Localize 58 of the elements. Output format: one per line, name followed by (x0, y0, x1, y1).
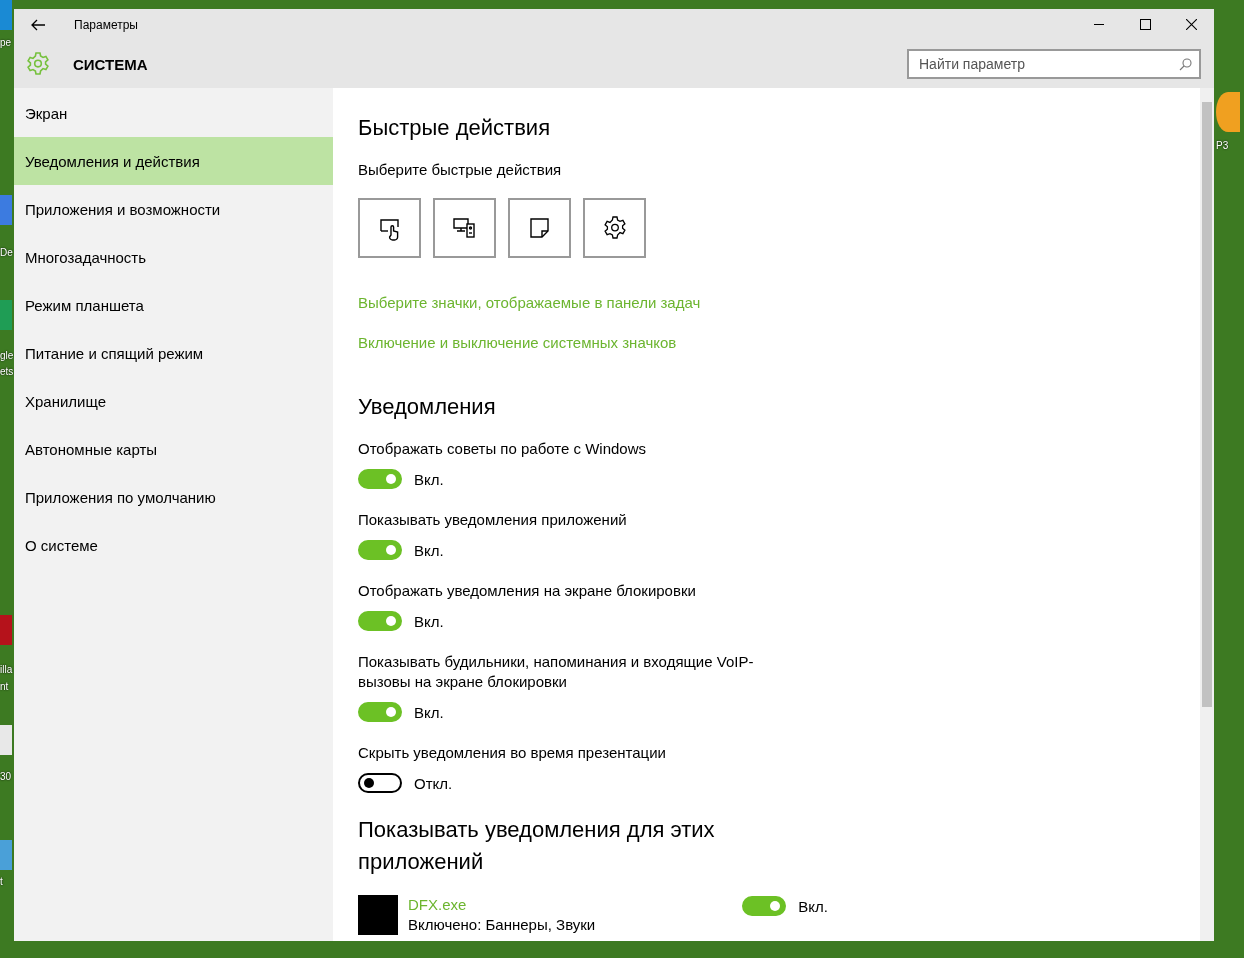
sidebar-item[interactable]: Приложения и возможности (14, 185, 333, 233)
app-name: DFX.exe (408, 895, 468, 915)
desktop-icon-label: gle (0, 350, 14, 362)
section-heading: Уведомления (358, 393, 497, 421)
desktop-icon-label: illa (0, 664, 13, 676)
back-arrow-icon (31, 18, 45, 31)
maximize-icon (1139, 19, 1151, 30)
desktop-icon-label: De (0, 247, 13, 259)
toggle-state-label: Вкл. (414, 470, 444, 488)
setting-label: Скрыть уведомления во время презентации (358, 743, 667, 763)
toggle-switch[interactable] (742, 896, 787, 916)
setting-label: Показывать уведомления приложений (358, 510, 628, 530)
search-icon (1179, 58, 1192, 71)
toggle-switch[interactable] (358, 773, 402, 793)
toggle-switch[interactable] (358, 611, 402, 631)
section-subheading: Выберите быстрые действия (358, 160, 563, 180)
quick-action-tile[interactable] (508, 198, 571, 258)
toggle-state-label: Вкл. (414, 703, 444, 721)
quick-action-tile[interactable] (433, 198, 496, 258)
settings-icon (25, 51, 51, 77)
sidebar-item[interactable]: Уведомления и действия (14, 137, 333, 185)
setting-label: Отображать советы по работе с Windows (358, 439, 647, 459)
minimize-icon (1094, 24, 1104, 25)
app-icon (358, 895, 398, 935)
sidebar-item[interactable]: Автономные карты (14, 425, 333, 473)
toggle-switch[interactable] (358, 469, 402, 489)
toggle-state-label: Вкл. (414, 612, 444, 630)
sidebar-item[interactable]: Многозадачность (14, 233, 333, 281)
section-title: СИСТЕМА (73, 55, 149, 73)
desktop-icon-label: pe (0, 37, 12, 49)
desktop-icon-label: 30 (0, 771, 12, 783)
desktop-icon-label: P3 (1216, 140, 1229, 152)
toggle-state-label: Вкл. (798, 897, 828, 915)
desktop-icon-label: nt (0, 681, 9, 693)
close-icon (1185, 19, 1197, 30)
toggle-state-label: Откл. (414, 774, 453, 792)
scrollbar-thumb[interactable] (1202, 102, 1212, 707)
setting-label: Отображать уведомления на экране блокировки (358, 581, 697, 601)
section-heading: Быстрые действия (358, 114, 552, 142)
sidebar-item[interactable]: Питание и спящий режим (14, 329, 333, 377)
sidebar-item[interactable]: Приложения по умолчанию (14, 473, 333, 521)
section-heading: Показывать уведомления для этих приложений (358, 816, 716, 876)
window-title: Параметры (74, 17, 139, 32)
toggle-switch[interactable] (358, 540, 402, 560)
toggle-switch[interactable] (358, 702, 402, 722)
desktop-icon-label: ets (0, 366, 14, 378)
toggle-state-label: Вкл. (414, 541, 444, 559)
search-field[interactable]: Найти параметр (907, 49, 1201, 79)
sidebar-item[interactable]: Хранилище (14, 377, 333, 425)
setting-label: Показывать будильники, напоминания и входящие VoIP-вызовы на экране блокировки (358, 652, 755, 692)
app-detail: Включено: Баннеры, Звуки (408, 915, 597, 935)
sidebar-item[interactable]: Экран (14, 89, 333, 137)
desktop-icon[interactable] (1216, 92, 1240, 132)
desktop-icon-label: t (0, 876, 3, 888)
sidebar-item[interactable]: Режим планшета (14, 281, 333, 329)
sidebar-item[interactable]: О системе (14, 521, 333, 569)
quick-action-tile[interactable] (583, 198, 646, 258)
quick-action-tile[interactable] (358, 198, 421, 258)
